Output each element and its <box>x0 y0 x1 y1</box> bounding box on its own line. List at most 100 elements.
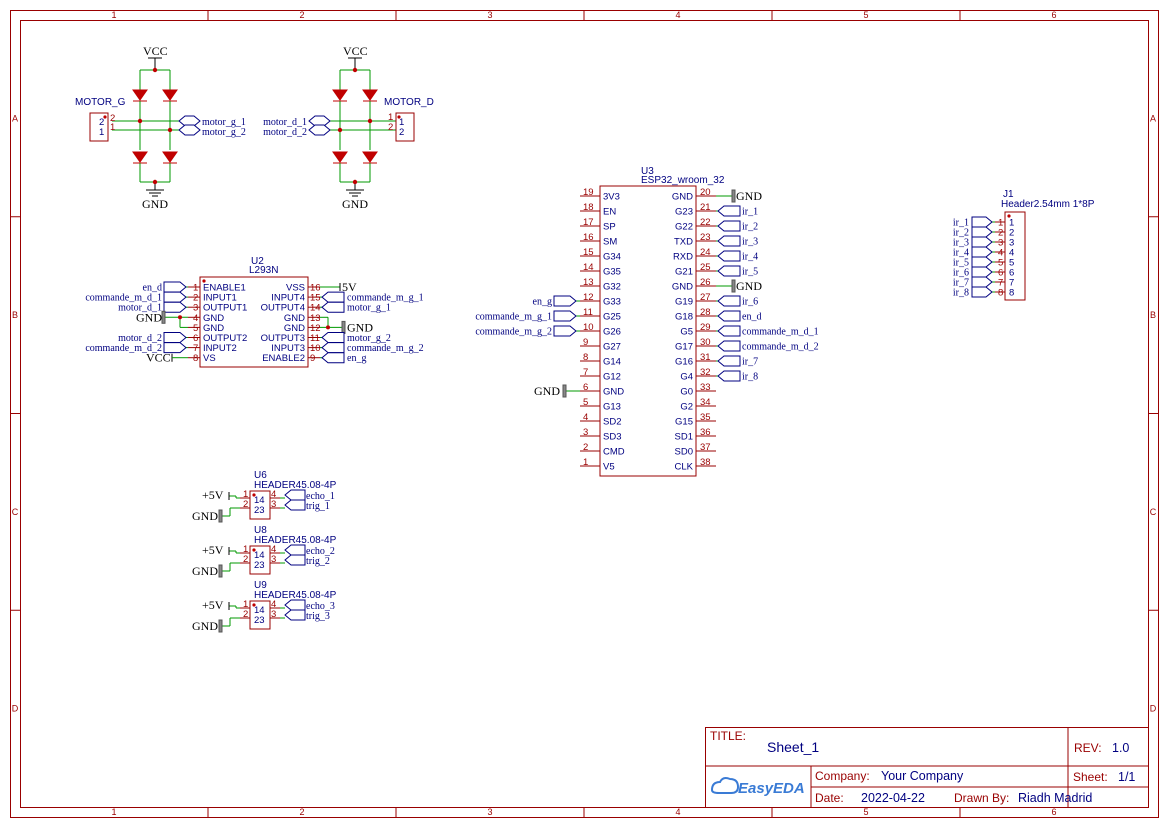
net-label: ir_4 <box>742 252 758 263</box>
pin-number: 18 <box>583 202 594 213</box>
diode-icon <box>162 89 178 101</box>
pin-name: G2 <box>680 402 693 413</box>
net-label: ir_1 <box>742 207 758 218</box>
pin-number: 8 <box>193 353 198 364</box>
net-flag <box>971 276 993 288</box>
vcc-label: VCC <box>343 44 368 58</box>
frame-column-label: 3 <box>487 807 492 817</box>
header-value: HEADER45.08-4P <box>254 590 337 601</box>
pin-name: CMD <box>603 447 625 458</box>
net-label: ir_3 <box>742 237 758 248</box>
net-flag <box>971 286 993 298</box>
net-flag <box>717 310 741 322</box>
diode-icon <box>362 89 378 101</box>
net-label: ir_2 <box>742 222 758 233</box>
vcc-label: VCC <box>143 44 168 58</box>
net-flag <box>321 342 345 354</box>
p5v-label: +5V <box>202 488 224 502</box>
pin-name: G0 <box>680 387 693 398</box>
frame-column-label: 3 <box>487 10 492 20</box>
net-flag <box>553 295 577 307</box>
pin-name: GND <box>672 192 693 203</box>
gnd-icon <box>218 564 223 578</box>
pin-name: ENABLE2 <box>262 353 305 364</box>
pin-label: 1 <box>99 127 104 138</box>
pin-number: 12 <box>583 292 594 303</box>
u3-esp32: U3 ESP32_wroom_32 19 3V318 EN17 SP16 SM15 G34… <box>475 166 819 477</box>
frame-column-label: 6 <box>1051 807 1056 817</box>
net-flag <box>321 332 345 343</box>
pin-number: 34 <box>700 397 711 408</box>
pin-number: 30 <box>700 337 711 348</box>
pin-name: SD3 <box>603 432 621 443</box>
diode-icon <box>332 151 348 163</box>
pin-number: 4 <box>583 412 588 423</box>
pin-number: 1 <box>583 457 588 468</box>
pin-number: 2 <box>243 499 248 510</box>
frame-row-label: A <box>12 113 18 123</box>
gnd-icon <box>341 320 346 334</box>
pin-number: 33 <box>700 382 711 393</box>
net-flag <box>284 609 306 621</box>
net-label: ir_6 <box>742 297 758 308</box>
net-flag <box>284 489 306 501</box>
net-flag <box>717 340 741 352</box>
pin-name: G26 <box>603 327 621 338</box>
motor-d-bridge: VCC GND MOTOR_D 1 2 1 2 motor_d_1 motor_… <box>263 44 434 211</box>
p5v-label: +5V <box>202 543 224 557</box>
rev-label: REV: <box>1074 741 1102 755</box>
gnd-label: GND <box>142 197 168 211</box>
pin-name: 8 <box>1009 288 1014 299</box>
pin-number: 16 <box>583 232 594 243</box>
pin-name: G23 <box>675 207 693 218</box>
gnd-icon <box>161 310 166 324</box>
pin-number: 17 <box>583 217 594 228</box>
date-value: 2022-04-22 <box>861 791 925 805</box>
schematic-canvas: 112233445566A AB BC CD D VCC GND MOTOR_G… <box>10 10 1159 818</box>
pin-number: 31 <box>700 352 711 363</box>
gnd-label: GND <box>192 509 218 523</box>
easyeda-logo: EasyEDA <box>710 777 805 797</box>
net-label: motor_d_2 <box>263 127 307 138</box>
pin-number: 9 <box>583 337 588 348</box>
pin-name: G15 <box>675 417 693 428</box>
pin-number: 1 <box>110 122 115 133</box>
net-flag <box>971 266 993 278</box>
net-label: ir_8 <box>742 372 758 383</box>
pin-name: G21 <box>675 267 693 278</box>
net-label: ir_5 <box>742 267 758 278</box>
header-value: HEADER45.08-4P <box>254 535 337 546</box>
gnd-icon <box>218 619 223 633</box>
pin-name: G35 <box>603 267 621 278</box>
ultrasonic-headers: U6HEADER45.08-4P142312+5VGND43echo_1trig… <box>192 470 337 633</box>
pin-label: 2 <box>399 127 404 138</box>
net-label: en_d <box>742 312 761 323</box>
pin-name: G22 <box>675 222 693 233</box>
header-value: HEADER45.08-4P <box>254 480 337 491</box>
gnd-label: GND <box>136 310 162 324</box>
logo-text: EasyEDA <box>738 780 805 797</box>
rev-value: 1.0 <box>1112 741 1129 755</box>
sheet-label: Sheet: <box>1073 770 1108 784</box>
diode-icon <box>132 151 148 163</box>
drawn-by-value: Riadh Madrid <box>1018 791 1092 805</box>
pin-name: SD0 <box>675 447 693 458</box>
net-flag <box>717 355 741 367</box>
net-flag <box>717 205 741 217</box>
motor-g-ref: MOTOR_G <box>75 97 126 108</box>
pin-number: 6 <box>583 382 588 393</box>
sheet-number: 1/1 <box>1118 770 1135 784</box>
pin-name: G12 <box>603 372 621 383</box>
net-flag <box>163 301 187 313</box>
pin-name: TXD <box>674 237 693 248</box>
pin-name: SD1 <box>675 432 693 443</box>
net-flag <box>971 236 993 248</box>
header-u8: U8HEADER45.08-4P142312+5VGND43echo_2trig… <box>192 525 337 578</box>
gnd-label: GND <box>736 189 762 203</box>
pin-number: 9 <box>310 353 315 364</box>
net-flag <box>971 216 993 228</box>
date-label: Date: <box>815 791 844 805</box>
pin-name: 23 <box>254 560 265 571</box>
header-u6: U6HEADER45.08-4P142312+5VGND43echo_1trig… <box>192 470 337 523</box>
pin-number: 2 <box>388 122 393 133</box>
